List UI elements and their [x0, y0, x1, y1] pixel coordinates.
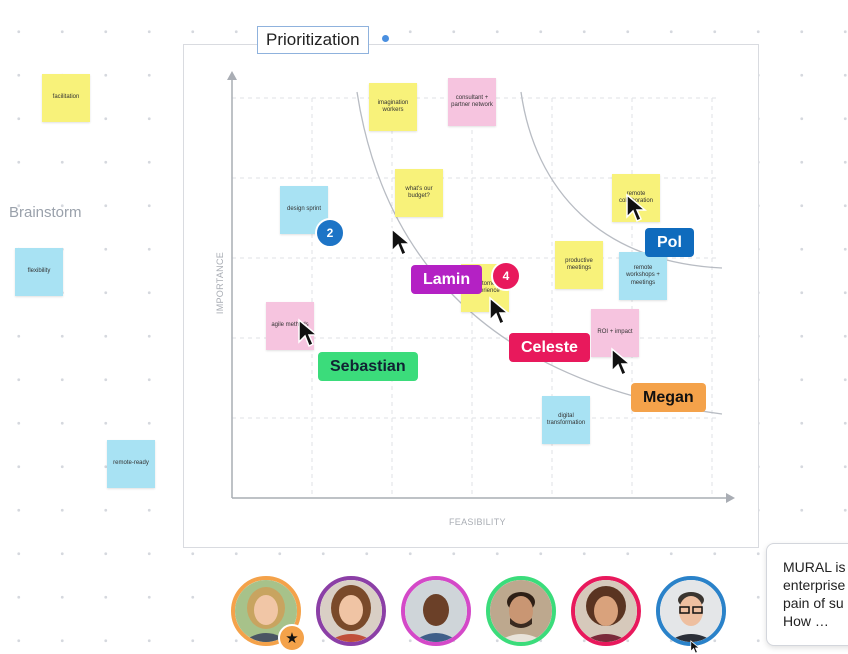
info-card[interactable]: MURAL is enterprise pain of su How …: [766, 543, 848, 646]
participant-avatar[interactable]: [486, 576, 556, 646]
frame-title[interactable]: Prioritization: [257, 26, 369, 54]
sticky-note[interactable]: remote workshops + meetings: [619, 252, 667, 300]
collaborator-name-tag: Lamin: [411, 265, 483, 294]
collaborator-name-tag: Megan: [631, 383, 706, 412]
sticky-text: ROI + impact: [597, 329, 633, 336]
sticky-note[interactable]: what's our budget?: [395, 169, 443, 217]
sticky-note[interactable]: digital transformation: [542, 396, 590, 444]
info-card-line: MURAL is: [783, 559, 846, 575]
cursor-icon: [611, 347, 632, 377]
resize-handle[interactable]: [382, 35, 389, 42]
cursor-icon: [626, 193, 647, 223]
sticky-text: remote workshops + meetings: [626, 264, 660, 286]
star-icon: ★: [278, 624, 306, 652]
info-card-line: pain of su: [783, 595, 844, 611]
sticky-note[interactable]: imagination workers: [369, 83, 417, 131]
cursor-icon: [298, 318, 319, 348]
comment-count-badge[interactable]: 4: [491, 261, 521, 291]
prioritization-matrix: [227, 71, 735, 503]
collaborator-name-tag: Pol: [645, 228, 694, 257]
cursor-icon: [391, 227, 412, 257]
sticky-note[interactable]: productive meetings: [555, 241, 603, 289]
sticky-note[interactable]: consultant + partner network: [448, 78, 496, 126]
sticky-text: imagination workers: [377, 99, 409, 114]
collaborator-name-tag: Celeste: [509, 333, 590, 362]
sticky-text: design sprint: [286, 206, 322, 213]
participant-avatar[interactable]: [656, 576, 726, 646]
sticky-text: digital transformation: [546, 412, 586, 427]
x-axis-label: FEASIBILITY: [449, 517, 506, 527]
cursor-icon: [489, 296, 510, 326]
info-card-line: enterprise: [783, 577, 846, 593]
comment-count-badge[interactable]: 2: [315, 218, 345, 248]
sticky-text: productive meetings: [565, 257, 593, 272]
info-card-line: How …: [783, 613, 829, 629]
participant-avatar[interactable]: [316, 576, 386, 646]
collaborator-name-tag: Sebastian: [318, 352, 418, 381]
participant-avatar[interactable]: [571, 576, 641, 646]
sticky-text: consultant + partner network: [451, 94, 493, 109]
cursor-icon: [690, 640, 701, 654]
sticky-text: what's our budget?: [405, 185, 433, 200]
participant-avatar[interactable]: [401, 576, 471, 646]
y-axis-label: IMPORTANCE: [215, 251, 225, 315]
